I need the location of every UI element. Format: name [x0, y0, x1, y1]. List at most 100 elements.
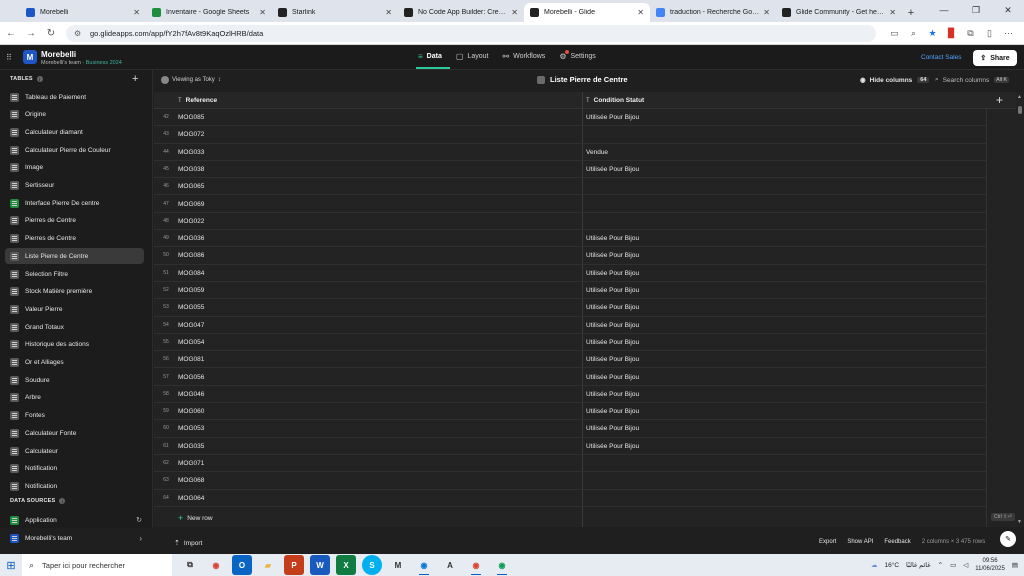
cell-condition[interactable]: Utilisée Pour Bijou [586, 425, 639, 432]
new-row-button[interactable]: + New row [178, 513, 213, 523]
add-column-button[interactable]: + [996, 93, 1003, 107]
sidebar-table-item[interactable]: Calculateur diamant [5, 124, 144, 140]
column-header-reference[interactable]: T Reference [178, 92, 217, 109]
sidebar-table-item[interactable]: Interface Pierre De centre [5, 195, 144, 211]
close-tab-icon[interactable]: ✕ [385, 8, 392, 17]
cell-reference[interactable]: MOG055 [178, 304, 204, 311]
sidebar-table-item[interactable]: Fontes [5, 408, 144, 424]
table-row[interactable]: 49 MOG036 Utilisée Pour Bijou [154, 230, 987, 248]
hide-columns-button[interactable]: ◉ Hide columns 64 [860, 76, 930, 84]
close-tab-icon[interactable]: ✕ [511, 8, 518, 17]
browser-tab[interactable]: Morebelli - Glide ✕ [524, 3, 650, 22]
close-tab-icon[interactable]: ✕ [259, 8, 266, 17]
volume-icon[interactable]: ◁ [963, 561, 968, 569]
site-info-icon[interactable]: ⚙ [74, 29, 83, 38]
excel-icon[interactable]: X [336, 555, 356, 575]
info-icon[interactable]: i [36, 76, 43, 82]
app-a-icon[interactable]: A [440, 555, 460, 575]
cell-condition[interactable]: Utilisée Pour Bijou [586, 322, 639, 329]
close-tab-icon[interactable]: ✕ [637, 8, 644, 17]
browser-tab[interactable]: Glide Community - Get help w ✕ [776, 3, 902, 22]
browser-tab[interactable]: No Code App Builder: Create C ✕ [398, 3, 524, 22]
cell-reference[interactable]: MOG056 [178, 374, 204, 381]
cell-condition[interactable]: Utilisée Pour Bijou [586, 252, 639, 259]
url-field[interactable]: ⚙ go.glideapps.com/app/fY2h7fAv8t9KaqOzl… [66, 24, 876, 42]
table-row[interactable]: 58 MOG046 Utilisée Pour Bijou [154, 386, 987, 404]
sidebar-table-item[interactable]: Image [5, 160, 144, 176]
sidebar-table-item[interactable]: Calculateur [5, 443, 144, 459]
cell-reference[interactable]: MOG069 [178, 201, 204, 208]
bookmark-star-icon[interactable]: ★ [923, 25, 942, 42]
notifications-icon[interactable]: ▤ [1012, 561, 1018, 569]
cell-reference[interactable]: MOG033 [178, 149, 204, 156]
table-row[interactable]: 43 MOG072 [154, 126, 987, 144]
chrome-icon[interactable]: ◉ [206, 555, 226, 575]
cell-reference[interactable]: MOG047 [178, 322, 204, 329]
source-team[interactable]: Morebelli's team › [5, 530, 144, 546]
task-view-icon[interactable]: ⧉ [180, 555, 200, 575]
cell-reference[interactable]: MOG022 [178, 218, 204, 225]
add-table-button[interactable]: + [132, 73, 138, 85]
scroll-down-icon[interactable]: ▼ [1017, 519, 1022, 525]
cell-condition[interactable]: Utilisée Pour Bijou [586, 166, 639, 173]
table-row[interactable]: 47 MOG069 [154, 196, 987, 213]
menu-dots-icon[interactable]: ⋯ [999, 25, 1018, 42]
nav-workflows[interactable]: ⚯ Workflows [502, 52, 545, 61]
sidebar-table-item[interactable]: Sertisseur [5, 178, 144, 194]
app-logo[interactable]: M [23, 50, 37, 64]
chrome-running-icon[interactable]: ◉ [466, 555, 486, 575]
close-tab-icon[interactable]: ✕ [889, 8, 896, 17]
cell-reference[interactable]: MOG065 [178, 183, 204, 190]
skype-icon[interactable]: S [362, 555, 382, 575]
table-row[interactable]: 48 MOG022 [154, 213, 987, 231]
install-icon[interactable]: ▭ [885, 25, 904, 42]
cell-reference[interactable]: MOG054 [178, 339, 204, 346]
cell-reference[interactable]: MOG038 [178, 166, 204, 173]
cell-condition[interactable]: Utilisée Pour Bijou [586, 339, 639, 346]
table-row[interactable]: 46 MOG065 [154, 178, 987, 196]
share-button[interactable]: ⇪ Share [973, 50, 1017, 66]
sidebar-table-item[interactable]: Notification [5, 478, 144, 494]
clock[interactable]: 09:56 11/06/2025 [975, 557, 1005, 573]
table-row[interactable]: 55 MOG054 Utilisée Pour Bijou [154, 334, 987, 352]
sidebar-table-item[interactable]: Selection Filtre [5, 266, 144, 282]
sidebar-table-item[interactable]: Pierres de Centre [5, 213, 144, 229]
browser-tab[interactable]: traduction - Recherche Google ✕ [650, 3, 776, 22]
app-name[interactable]: Morebelli [41, 50, 76, 59]
cell-reference[interactable]: MOG068 [178, 477, 204, 484]
cell-reference[interactable]: MOG072 [178, 131, 204, 138]
edge-icon[interactable]: ◉ [414, 555, 434, 575]
cell-condition[interactable]: Utilisée Pour Bijou [586, 391, 639, 398]
browser-tab[interactable]: Starlink ✕ [272, 3, 398, 22]
cell-reference[interactable]: MOG064 [178, 495, 204, 502]
sidebar-table-item[interactable]: Grand Totaux [5, 319, 144, 335]
refresh-icon[interactable]: ↻ [136, 516, 142, 524]
sidebar-table-item[interactable]: Or et Alliages [5, 355, 144, 371]
viewing-as-selector[interactable]: Viewing as Toky ↕ [161, 76, 221, 84]
weather-icon[interactable]: ☁ [871, 561, 878, 569]
sidebar-table-item[interactable]: Calculateur Pierre de Couleur [5, 142, 144, 158]
cell-condition[interactable]: Vendue [586, 149, 608, 156]
cell-condition[interactable]: Utilisée Pour Bijou [586, 304, 639, 311]
cell-reference[interactable]: MOG046 [178, 391, 204, 398]
info-icon[interactable]: i [59, 498, 66, 504]
cell-reference[interactable]: MOG059 [178, 287, 204, 294]
zoom-icon[interactable]: ⌕ [904, 25, 923, 42]
sidebar-table-item[interactable]: Tableau de Paiement [5, 89, 144, 105]
cell-reference[interactable]: MOG053 [178, 425, 204, 432]
table-row[interactable]: 61 MOG035 Utilisée Pour Bijou [154, 438, 987, 455]
export-link[interactable]: Export [819, 539, 836, 545]
table-row[interactable]: 64 MOG064 [154, 490, 987, 507]
cell-condition[interactable]: Utilisée Pour Bijou [586, 270, 639, 277]
cell-condition[interactable]: Utilisée Pour Bijou [586, 235, 639, 242]
search-columns[interactable]: ⌕ Search columns Alt K [935, 76, 1009, 84]
cell-condition[interactable]: Utilisée Pour Bijou [586, 356, 639, 363]
sidebar-table-item[interactable]: Historique des actions [5, 337, 144, 353]
cell-condition[interactable]: Utilisée Pour Bijou [586, 374, 639, 381]
table-row[interactable]: 52 MOG059 Utilisée Pour Bijou [154, 282, 987, 300]
nav-layout[interactable]: ▢ Layout [456, 52, 489, 61]
file-explorer-icon[interactable]: ▰ [258, 555, 278, 575]
cell-reference[interactable]: MOG081 [178, 356, 204, 363]
cell-reference[interactable]: MOG086 [178, 252, 204, 259]
scroll-thumb[interactable] [1018, 106, 1022, 114]
